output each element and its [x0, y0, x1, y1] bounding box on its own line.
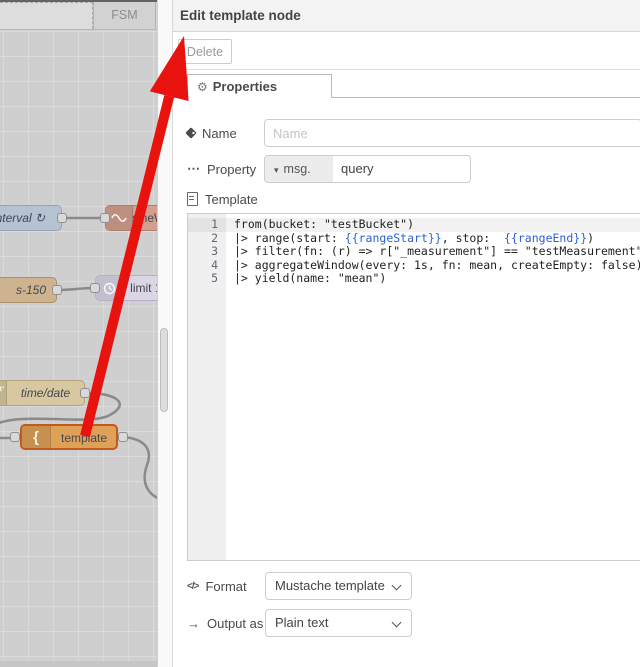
line-number: 4 [211, 257, 218, 272]
ellipsis-icon: ⋯ [187, 161, 200, 176]
node-label: interval ↻ [0, 211, 45, 225]
output-as-label: → Output as [187, 615, 264, 631]
code-line: 3 |> filter(fn: (r) => r["_measurement"] … [188, 244, 640, 259]
format-select-value: Mustache template [275, 578, 385, 593]
node-port[interactable] [100, 213, 110, 223]
flow-tab-fsm[interactable]: FSM [93, 2, 156, 29]
brace-icon: { [22, 426, 51, 448]
flow-wires [0, 216, 157, 499]
line-number: 1 [211, 217, 218, 231]
edit-node-dialog: Edit template node Delete ⚙ Properties Na… [172, 0, 640, 667]
node-label: sineWave [132, 211, 157, 225]
flow-workspace[interactable]: interval ↻ sineWave s-150 limit 1 ms f time/d… [0, 0, 157, 667]
node-template[interactable]: { template [20, 424, 118, 450]
code-icon: </> [187, 580, 200, 592]
line-number: 2 [211, 230, 218, 245]
chevron-down-icon [391, 580, 402, 591]
name-label: Name [185, 119, 237, 147]
node-label: s-150 [15, 283, 46, 297]
node-port[interactable] [57, 213, 67, 223]
node-sinewave[interactable]: sineWave [105, 205, 157, 231]
function-icon: f [0, 381, 7, 405]
code-line: 1 from(bucket: "testBucket") [188, 217, 640, 232]
arrow-right-icon: → [187, 615, 200, 631]
delete-button[interactable]: Delete [178, 39, 232, 64]
format-select[interactable]: Mustache template [265, 572, 412, 600]
code-line: 5 |> yield(name: "mean") [188, 271, 640, 286]
tag-icon [185, 127, 197, 139]
code-line: 2 |> range(start: {{rangeStart}}, stop: {… [188, 230, 640, 246]
line-number: 5 [211, 271, 218, 285]
dialog-title: Edit template node [180, 8, 301, 23]
node-port[interactable] [10, 432, 20, 442]
chevron-down-icon [391, 617, 402, 628]
file-code-icon [187, 192, 198, 206]
node-label: template [60, 431, 108, 445]
flow-wire [122, 435, 157, 499]
node-timedate[interactable]: f time/date [0, 380, 85, 406]
template-code-editor[interactable]: 1 from(bucket: "testBucket") 2 |> range(sta… [187, 213, 640, 561]
dialog-header: Edit template node [173, 0, 640, 32]
code-line: 4 |> aggregateWindow(every: 1s, fn: mean,… [188, 257, 640, 273]
output-select-value: Plain text [275, 615, 329, 630]
dialog-button-bar: Delete [173, 32, 640, 70]
properties-tab-label: Properties [212, 79, 278, 94]
node-limit[interactable]: limit 1 ms [95, 275, 157, 301]
clock-icon [96, 276, 123, 300]
line-number: 3 [211, 244, 218, 258]
node-label: time/date [20, 386, 71, 400]
format-label: </> Format [187, 578, 247, 594]
template-label: Template [187, 189, 258, 209]
tab-properties[interactable]: ⚙ Properties [187, 74, 332, 98]
flow-tab-active[interactable] [0, 2, 93, 29]
node-label: limit 1 ms [130, 281, 157, 295]
flow-tabbar: FSM [0, 2, 157, 30]
node-s150[interactable]: s-150 [0, 277, 57, 303]
scrollbar-thumb[interactable] [160, 328, 168, 412]
node-port[interactable] [52, 285, 62, 295]
screenshot-root: interval ↻ sineWave s-150 limit 1 ms f time/d… [0, 0, 640, 667]
node-port[interactable] [118, 432, 128, 442]
property-label: ⋯ Property [187, 161, 257, 177]
caret-down-icon: ▾ [274, 165, 279, 175]
property-type-button[interactable]: ▾ msg. [265, 156, 333, 182]
canvas-bottom-edge [0, 661, 157, 667]
workspace-scrollbar[interactable] [157, 0, 172, 667]
gear-icon: ⚙ [197, 80, 208, 94]
node-port[interactable] [90, 283, 100, 293]
property-value: query [341, 161, 374, 176]
node-port[interactable] [80, 388, 90, 398]
node-interval[interactable]: interval ↻ [0, 205, 62, 231]
sine-icon [106, 206, 133, 230]
name-input[interactable] [264, 119, 640, 147]
property-typed-input[interactable]: ▾ msg. query [264, 155, 471, 183]
output-as-select[interactable]: Plain text [265, 609, 412, 637]
